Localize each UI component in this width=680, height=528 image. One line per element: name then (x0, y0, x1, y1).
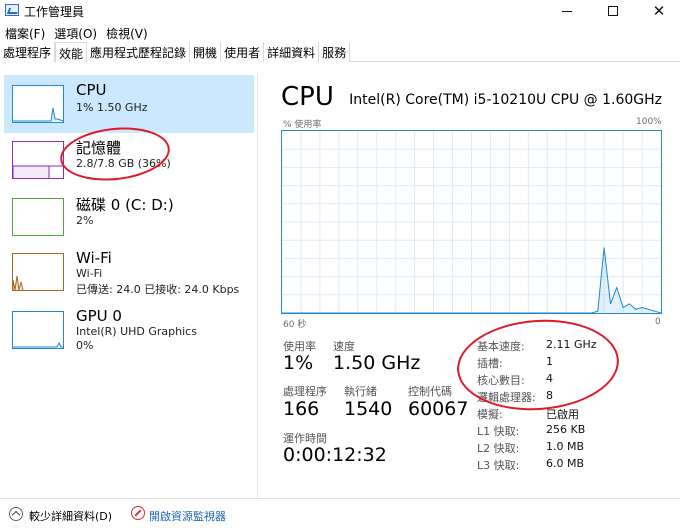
l2-cache-label: L2 快取: (477, 442, 520, 455)
l1-cache-value: 256 KB (546, 423, 586, 436)
sidebar-item-wifi[interactable]: Wi-Fi Wi-Fi 已傳送: 24.0 已接收: 24.0 Kbps (4, 243, 254, 301)
tab-strip: 處理程序 效能 應用程式歷程記錄 開機 使用者 詳細資料 服務 (0, 42, 680, 63)
processes-value: 166 (283, 398, 320, 420)
sockets-label: 插槽: (477, 357, 503, 370)
virtualization-label: 模擬: (477, 408, 503, 421)
virtualization-value: 已啟用 (546, 408, 579, 421)
minimize-button[interactable] (544, 0, 590, 22)
tab-startup[interactable]: 開機 (190, 42, 222, 62)
memory-thumbnail-line (12, 165, 63, 178)
bottom-bar: 較少詳細資料(D) 開啟資源監視器 (0, 498, 680, 528)
cpu-thumbnail-graph (12, 85, 64, 123)
chevron-up-icon[interactable] (9, 507, 23, 521)
threads-label: 執行緒 (344, 385, 377, 398)
l1-cache-label: L1 快取: (477, 425, 520, 438)
minimize-icon (562, 10, 572, 12)
sidebar-disk-usage: 2% (76, 214, 94, 227)
l2-cache-value: 1.0 MB (546, 440, 585, 453)
sidebar-gpu-usage: 0% (76, 339, 94, 352)
gpu-thumbnail-line (13, 341, 63, 348)
uptime-value: 0:00:12:32 (283, 444, 387, 466)
open-resource-monitor-link[interactable]: 開啟資源監視器 (149, 508, 226, 524)
close-icon: ✕ (652, 2, 666, 20)
tab-performance[interactable]: 效能 (55, 42, 88, 63)
sidebar-wifi-throughput: 已傳送: 24.0 已接收: 24.0 Kbps (76, 283, 240, 296)
threads-value: 1540 (344, 398, 393, 420)
wifi-thumbnail-graph (12, 253, 64, 291)
sockets-value: 1 (546, 355, 553, 368)
l3-cache-value: 6.0 MB (546, 457, 585, 470)
utilization-value: 1% (283, 352, 314, 374)
sidebar-wifi-title: Wi-Fi (76, 249, 112, 267)
sidebar-memory-usage: 2.8/7.8 GB (36%) (76, 157, 171, 170)
performance-sidebar: CPU 1% 1.50 GHz 記憶體 2.8/7.8 GB (36%) 磁碟 … (0, 73, 258, 498)
memory-thumbnail-graph (12, 141, 64, 179)
base-speed-label: 基本速度: (477, 340, 525, 353)
cpu-usage-plot (282, 131, 662, 314)
menu-file[interactable]: 檔案(F) (0, 22, 49, 42)
processes-label: 處理程序 (283, 385, 327, 398)
sidebar-gpu-model: Intel(R) UHD Graphics (76, 325, 197, 338)
sidebar-item-memory[interactable]: 記憶體 2.8/7.8 GB (36%) (4, 131, 254, 189)
sidebar-item-disk[interactable]: 磁碟 0 (C: D:) 2% (4, 188, 254, 246)
maximize-icon (608, 6, 618, 16)
maximize-button[interactable] (590, 0, 636, 22)
sidebar-wifi-name: Wi-Fi (76, 267, 103, 280)
tab-users[interactable]: 使用者 (221, 42, 265, 62)
handles-label: 控制代碼 (408, 385, 452, 398)
resource-monitor-icon[interactable] (131, 506, 145, 520)
menu-view[interactable]: 檢視(V) (101, 22, 152, 42)
logical-processors-value: 8 (546, 389, 553, 402)
tab-services[interactable]: 服務 (319, 42, 351, 62)
cores-value: 4 (546, 372, 553, 385)
sidebar-gpu-title: GPU 0 (76, 307, 122, 325)
graph-x-left-label: 60 秒 (283, 320, 307, 330)
logical-processors-label: 邏輯處理器: (477, 391, 536, 404)
cpu-thumbnail-line (13, 107, 64, 122)
menu-bar: 檔案(F) 選項(O) 檢視(V) (0, 22, 680, 42)
cpu-usage-graph (281, 130, 662, 314)
gpu-thumbnail-graph (12, 311, 64, 349)
fewer-details-button[interactable]: 較少詳細資料(D) (29, 508, 112, 524)
task-manager-icon (5, 4, 19, 16)
close-button[interactable]: ✕ (636, 0, 680, 22)
disk-thumbnail-graph (12, 198, 64, 236)
sidebar-disk-title: 磁碟 0 (C: D:) (76, 196, 174, 214)
l3-cache-label: L3 快取: (477, 459, 520, 472)
graph-y-label: % 使用率 (283, 120, 322, 130)
page-title: CPU (281, 82, 334, 112)
wifi-thumbnail-line (12, 275, 24, 291)
tab-app-history[interactable]: 應用程式歷程記錄 (87, 42, 191, 62)
sidebar-cpu-usage: 1% 1.50 GHz (76, 101, 148, 114)
sidebar-item-gpu[interactable]: GPU 0 Intel(R) UHD Graphics 0% (4, 301, 254, 359)
window-title: 工作管理員 (24, 5, 85, 19)
menu-options[interactable]: 選項(O) (49, 22, 101, 42)
speed-value: 1.50 GHz (333, 352, 421, 374)
base-speed-value: 2.11 GHz (546, 338, 597, 351)
cpu-model: Intel(R) Core(TM) i5-10210U CPU @ 1.60GH… (349, 92, 662, 108)
graph-x-right-label: 0 (655, 317, 661, 327)
tab-details[interactable]: 詳細資料 (264, 42, 320, 62)
handles-value: 60067 (408, 398, 469, 420)
tab-processes[interactable]: 處理程序 (0, 42, 56, 62)
sidebar-memory-title: 記憶體 (76, 139, 122, 157)
title-bar: 工作管理員 ✕ (0, 0, 680, 22)
sidebar-cpu-title: CPU (76, 81, 107, 99)
sidebar-item-cpu[interactable]: CPU 1% 1.50 GHz (4, 75, 254, 133)
cores-label: 核心數目: (477, 374, 525, 387)
graph-y-max-label: 100% (636, 117, 662, 127)
